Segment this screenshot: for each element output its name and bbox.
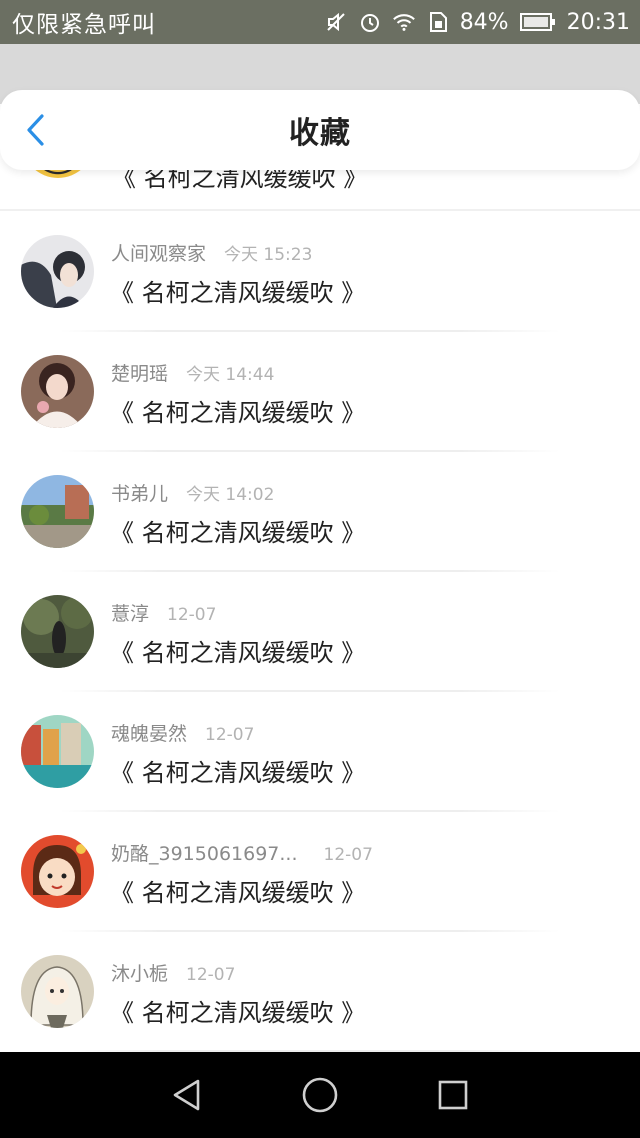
- top-app-bar: 收藏: [0, 90, 640, 170]
- item-title: 《 名柯之清风缓缓吹 》: [110, 759, 366, 787]
- nav-back-button[interactable]: [162, 1070, 212, 1120]
- item-time: 今天 14:02: [186, 485, 275, 505]
- item-meta: 书弟儿 今天 14:02: [111, 479, 274, 506]
- nav-recents-button[interactable]: [428, 1070, 478, 1120]
- sim-icon: [426, 10, 450, 34]
- avatar: [21, 235, 94, 308]
- item-title: 《 名柯之清风缓缓吹 》: [110, 399, 366, 427]
- app-screen: 仅限紧急呼叫 84% 20:31 收藏 《 名柯之清风缓缓吹 》 人间观察家 今…: [0, 0, 640, 1138]
- item-author[interactable]: 魂魄晏然: [111, 719, 187, 746]
- avatar: [21, 355, 94, 428]
- square-recents-icon: [439, 1080, 468, 1110]
- item-title: 《 名柯之清风缓缓吹 》: [110, 279, 366, 307]
- system-nav-bar: [0, 1052, 640, 1138]
- avatar: [21, 595, 94, 668]
- wifi-icon: [392, 10, 416, 34]
- avatar: [21, 955, 94, 1028]
- item-meta: 人间观察家 今天 15:23: [111, 239, 312, 266]
- battery-percent: 84%: [459, 9, 509, 35]
- item-author[interactable]: 人间观察家: [111, 239, 206, 266]
- avatar: [21, 835, 94, 908]
- item-time: 12-07: [167, 605, 217, 625]
- page-title: 收藏: [289, 116, 351, 151]
- status-bar: 仅限紧急呼叫 84% 20:31: [0, 0, 640, 44]
- item-time: 今天 15:23: [224, 245, 313, 265]
- list-item[interactable]: 人间观察家 今天 15:23 《 名柯之清风缓缓吹 》: [0, 211, 640, 332]
- item-meta: 薏淳 12-07: [111, 599, 216, 626]
- item-author[interactable]: 沐小栀: [111, 959, 168, 986]
- item-title: 《 名柯之清风缓缓吹 》: [110, 999, 366, 1027]
- status-icons: 84% 20:31: [324, 10, 630, 35]
- item-author[interactable]: 薏淳: [111, 599, 149, 626]
- item-title: 《 名柯之清风缓缓吹 》: [110, 519, 366, 547]
- item-meta: 楚明瑶 今天 14:44: [111, 359, 274, 386]
- mute-icon: [324, 10, 348, 34]
- list-item[interactable]: 楚明瑶 今天 14:44 《 名柯之清风缓缓吹 》: [0, 331, 640, 452]
- item-title: 《 名柯之清风缓缓吹 》: [110, 639, 366, 667]
- avatar: [21, 715, 94, 788]
- list-item[interactable]: 魂魄晏然 12-07 《 名柯之清风缓缓吹 》: [0, 691, 640, 812]
- circle-home-icon: [302, 1077, 338, 1113]
- avatar: [21, 475, 94, 548]
- triangle-back-icon: [173, 1079, 199, 1111]
- carrier-label: 仅限紧急呼叫: [12, 12, 156, 38]
- item-time: 12-07: [205, 725, 255, 745]
- favorites-list[interactable]: 《 名柯之清风缓缓吹 》 人间观察家 今天 15:23 《 名柯之清风缓缓吹 》…: [0, 150, 640, 1052]
- item-time: 今天 14:44: [186, 365, 275, 385]
- item-meta: 魂魄晏然 12-07: [111, 719, 254, 746]
- item-author[interactable]: 楚明瑶: [111, 359, 168, 386]
- clock: 20:31: [566, 9, 630, 35]
- item-title: 《 名柯之清风缓缓吹 》: [110, 879, 366, 907]
- list-item[interactable]: 书弟儿 今天 14:02 《 名柯之清风缓缓吹 》: [0, 451, 640, 572]
- item-author[interactable]: 书弟儿: [111, 479, 168, 506]
- item-author[interactable]: 奶酪_3915061697...: [111, 839, 298, 866]
- item-time: 12-07: [186, 965, 236, 985]
- list-item[interactable]: 薏淳 12-07 《 名柯之清风缓缓吹 》: [0, 571, 640, 692]
- battery-icon: [519, 10, 557, 34]
- list-item[interactable]: 奶酪_3915061697... 12-07 《 名柯之清风缓缓吹 》: [0, 811, 640, 932]
- item-meta: 沐小栀 12-07: [111, 959, 235, 986]
- alarm-icon: [358, 10, 382, 34]
- list-item[interactable]: 沐小栀 12-07 《 名柯之清风缓缓吹 》: [0, 931, 640, 1052]
- item-time: 12-07: [323, 845, 373, 865]
- item-meta: 奶酪_3915061697... 12-07: [111, 839, 373, 866]
- nav-home-button[interactable]: [295, 1070, 345, 1120]
